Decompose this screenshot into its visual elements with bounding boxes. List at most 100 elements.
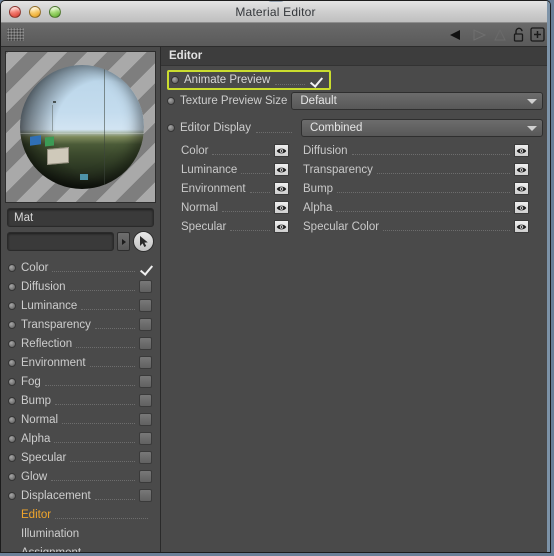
display-channel-normal[interactable]: Normal — [181, 198, 303, 217]
channel-checkbox[interactable] — [139, 489, 152, 502]
display-channel-label: Transparency — [303, 163, 373, 176]
eye-icon[interactable] — [274, 201, 289, 214]
sidebar-channel-alpha[interactable]: Alpha — [1, 429, 160, 448]
channel-bullet-icon[interactable] — [8, 453, 16, 462]
animate-preview-bullet-icon[interactable] — [171, 76, 179, 84]
texture-preview-size-row: Texture Preview Size Default — [167, 91, 543, 111]
window-right-edge — [547, 1, 550, 552]
sidebar-item-illumination[interactable]: Illumination — [1, 524, 160, 543]
dot-leader — [230, 230, 270, 231]
channel-checkbox[interactable] — [139, 299, 152, 312]
display-channel-alpha[interactable]: Alpha — [303, 198, 543, 217]
channel-checkbox[interactable] — [139, 413, 152, 426]
channel-bullet-icon[interactable] — [8, 472, 16, 481]
display-channel-luminance[interactable]: Luminance — [181, 160, 303, 179]
channel-checkbox[interactable] — [139, 470, 152, 483]
animate-preview-row[interactable]: Animate Preview — [167, 70, 331, 90]
channel-bullet-icon[interactable] — [8, 301, 16, 310]
sidebar-item-assignment[interactable]: Assignment — [1, 543, 160, 553]
editor-panel: Editor Animate Preview Texture Preview S… — [161, 47, 550, 552]
sidebar-channel-glow[interactable]: Glow — [1, 467, 160, 486]
eye-icon[interactable] — [514, 201, 529, 214]
search-input[interactable] — [7, 232, 114, 251]
minimize-button[interactable] — [29, 5, 41, 18]
sidebar-channel-luminance[interactable]: Luminance — [1, 296, 160, 315]
eye-icon[interactable] — [274, 144, 289, 157]
title-bar[interactable]: Material Editor — [1, 1, 550, 23]
channel-checkbox[interactable] — [139, 318, 152, 331]
display-channel-transparency[interactable]: Transparency — [303, 160, 543, 179]
material-preview[interactable] — [5, 51, 156, 203]
display-channel-label: Diffusion — [303, 144, 348, 157]
texture-preview-size-bullet-icon[interactable] — [167, 97, 175, 105]
channel-bullet-icon[interactable] — [8, 434, 16, 443]
chevron-right-icon[interactable] — [117, 232, 130, 251]
sidebar-item-editor[interactable]: Editor — [1, 505, 160, 524]
channel-label: Glow — [21, 470, 48, 483]
sidebar-channel-displacement[interactable]: Displacement — [1, 486, 160, 505]
eye-icon[interactable] — [514, 220, 529, 233]
editor-display-bullet-icon[interactable] — [167, 124, 175, 132]
sidebar-channel-diffusion[interactable]: Diffusion — [1, 277, 160, 296]
channel-label: Displacement — [21, 489, 91, 502]
channel-checkbox[interactable] — [139, 375, 152, 388]
sidebar-channel-transparency[interactable]: Transparency — [1, 315, 160, 334]
sidebar-channel-normal[interactable]: Normal — [1, 410, 160, 429]
display-channel-diffusion[interactable]: Diffusion — [303, 141, 543, 160]
close-button[interactable] — [9, 5, 21, 18]
display-channel-environment[interactable]: Environment — [181, 179, 303, 198]
channel-bullet-icon[interactable] — [8, 396, 16, 405]
texture-preview-size-dropdown[interactable]: Default — [291, 92, 543, 110]
channel-checkbox[interactable] — [139, 337, 152, 350]
channel-bullet-icon[interactable] — [8, 320, 16, 329]
channel-bullet-icon[interactable] — [8, 339, 16, 348]
sidebar-channel-bump[interactable]: Bump — [1, 391, 160, 410]
display-channel-label: Color — [181, 144, 209, 157]
play-forward-icon[interactable] — [470, 28, 488, 42]
eye-icon[interactable] — [514, 163, 529, 176]
step-icon[interactable] — [492, 28, 508, 42]
sidebar-channel-environment[interactable]: Environment — [1, 353, 160, 372]
eye-icon[interactable] — [274, 182, 289, 195]
channel-checkbox[interactable] — [139, 356, 152, 369]
channel-label: Luminance — [21, 299, 78, 312]
zoom-button[interactable] — [49, 5, 61, 18]
channel-bullet-icon[interactable] — [8, 377, 16, 386]
channel-checkbox[interactable] — [139, 261, 152, 274]
display-channel-specular-color[interactable]: Specular Color — [303, 217, 543, 236]
editor-display-dropdown[interactable]: Combined — [300, 119, 543, 137]
display-channel-bump[interactable]: Bump — [303, 179, 543, 198]
sidebar-channel-reflection[interactable]: Reflection — [1, 334, 160, 353]
play-back-icon[interactable] — [448, 28, 466, 42]
channel-bullet-icon[interactable] — [8, 282, 16, 291]
add-icon[interactable] — [530, 27, 545, 42]
eye-icon[interactable] — [514, 144, 529, 157]
eye-icon[interactable] — [274, 163, 289, 176]
channel-checkbox[interactable] — [139, 394, 152, 407]
eye-icon[interactable] — [274, 220, 289, 233]
channel-checkbox[interactable] — [139, 451, 152, 464]
sidebar-channel-color[interactable]: Color — [1, 258, 160, 277]
editor-display-value: Combined — [309, 122, 363, 134]
material-name-input[interactable]: Mat — [7, 208, 154, 227]
grip-handle-icon[interactable] — [7, 28, 24, 41]
dot-leader — [51, 480, 135, 481]
sidebar-channel-fog[interactable]: Fog — [1, 372, 160, 391]
animate-preview-checkbox[interactable] — [310, 74, 323, 87]
channel-checkbox[interactable] — [139, 432, 152, 445]
channel-bullet-icon[interactable] — [8, 415, 16, 424]
channel-bullet-icon[interactable] — [8, 358, 16, 367]
channel-label: Environment — [21, 356, 86, 369]
display-channel-label: Alpha — [303, 201, 333, 214]
channel-checkbox[interactable] — [139, 280, 152, 293]
channel-bullet-icon[interactable] — [8, 263, 16, 272]
channel-bullet-icon[interactable] — [8, 491, 16, 500]
dot-leader — [52, 271, 135, 272]
cursor-picker-icon[interactable] — [133, 231, 154, 252]
display-channel-specular[interactable]: Specular — [181, 217, 303, 236]
channel-label: Alpha — [21, 432, 51, 445]
eye-icon[interactable] — [514, 182, 529, 195]
lock-icon[interactable] — [512, 27, 526, 43]
display-channel-color[interactable]: Color — [181, 141, 303, 160]
sidebar-channel-specular[interactable]: Specular — [1, 448, 160, 467]
